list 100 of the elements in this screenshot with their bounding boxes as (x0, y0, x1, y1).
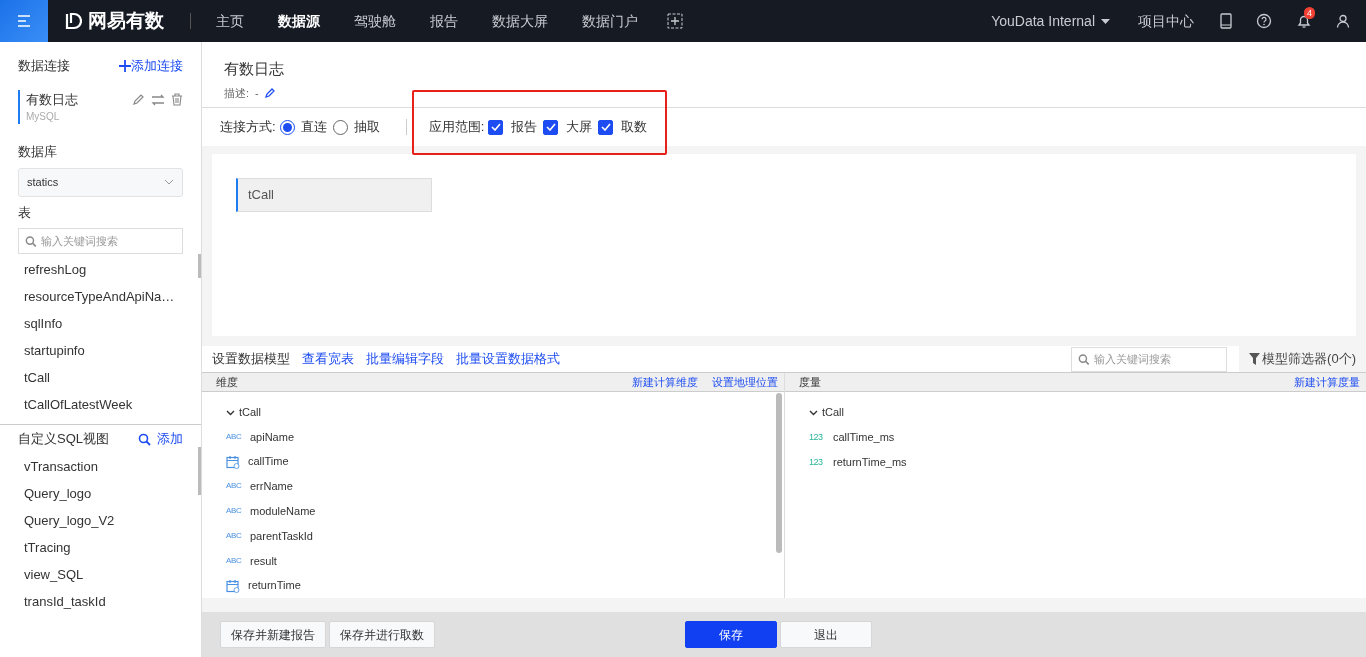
connection-type: MySQL (26, 110, 61, 124)
field-name: apiName (250, 429, 295, 445)
check-icon (545, 123, 556, 131)
scrollbar-thumb[interactable] (776, 393, 782, 553)
pencil-icon[interactable] (132, 93, 144, 106)
calendar-icon (226, 454, 240, 469)
view-item[interactable]: transId_taskId (0, 588, 201, 615)
description-label: 描述: (224, 85, 250, 101)
field-name: callTime (248, 454, 289, 470)
nav-tab[interactable]: 数据大屏 (475, 10, 565, 32)
field-group[interactable]: tCall (202, 391, 784, 425)
field-type-tag: ABC (226, 481, 242, 492)
checkbox-option[interactable]: 大屏 (543, 117, 593, 137)
plus-icon (119, 59, 131, 72)
caret-icon (1101, 18, 1110, 24)
connection-name: 有数日志 (26, 90, 78, 109)
chevron-down-icon (164, 179, 174, 185)
search-icon (25, 234, 37, 248)
table-node[interactable]: tCall (236, 178, 432, 212)
check-icon (600, 123, 611, 131)
calendar-icon (226, 578, 240, 593)
search-box[interactable]: 输入关键词搜索 (18, 228, 183, 254)
nav-tab[interactable]: 报告 (413, 10, 475, 32)
phone-icon (1220, 13, 1232, 29)
panel-title: 维度 (216, 374, 238, 390)
check-icon (490, 123, 501, 131)
checkbox-option[interactable]: 报告 (488, 117, 538, 137)
description-value: - (255, 85, 259, 101)
search-icon[interactable] (137, 432, 151, 446)
search-icon (1078, 352, 1090, 366)
field-type-tag: ABC (226, 431, 242, 442)
tables-label: 表 (17, 203, 32, 222)
swap-icon[interactable] (150, 93, 165, 106)
field-item[interactable]: 123 callTime_ms (785, 424, 1366, 450)
footer-button[interactable]: 保存并新建报告 (220, 621, 326, 648)
connect-mode-label: 连接方式: (220, 118, 276, 137)
panel-action-link[interactable]: 设置地理位置 (712, 373, 778, 391)
model-filter-button[interactable]: 模型筛选器(0个) (1239, 346, 1366, 372)
field-item[interactable]: 123 returnTime_ms (785, 449, 1366, 475)
scrollbar-thumb[interactable] (198, 254, 201, 278)
sql-views-label: 自定义SQL视图 (18, 430, 109, 449)
field-item[interactable]: ABC errName (202, 474, 784, 499)
table-item[interactable]: startupinfo (0, 337, 201, 364)
view-item[interactable]: Query_logo (0, 480, 201, 507)
menu-icon (16, 14, 32, 28)
search-box[interactable]: 输入关键词搜索 (1071, 346, 1228, 372)
sidebar-title: 数据连接 (18, 57, 70, 75)
view-item[interactable]: Query_logo_V2 (0, 507, 201, 534)
model-label: 设置数据模型 (212, 350, 290, 369)
checkbox-option[interactable]: 取数 (598, 117, 648, 137)
table-item[interactable]: resourceTypeAndApiNa… (0, 283, 201, 310)
menu-button[interactable] (0, 0, 48, 42)
trash-icon[interactable] (171, 93, 183, 106)
connection-item[interactable]: 有数日志 MySQL (18, 89, 201, 124)
brand-name: 网易有数 (88, 8, 164, 33)
panel-action-link[interactable]: 新建计算度量 (1294, 373, 1360, 391)
filter-icon (1249, 353, 1261, 365)
panel-action-link[interactable]: 新建计算维度 (632, 373, 698, 391)
add-connection-link[interactable]: 添加连接 (119, 56, 183, 76)
view-item[interactable]: view_SQL (0, 561, 201, 588)
plus-frame-icon (667, 13, 683, 29)
toolbar-link[interactable]: 查看宽表 (302, 349, 354, 369)
add-view-link[interactable]: 添加 (157, 429, 183, 449)
view-item[interactable]: tTracing (0, 534, 201, 561)
help-icon (1256, 13, 1272, 29)
save-button[interactable]: 保存 (685, 621, 777, 648)
page-title: 有数日志 (224, 59, 285, 79)
radio-option[interactable]: 抽取 (332, 117, 380, 137)
radio-option[interactable]: 直连 (279, 117, 327, 137)
nav-tab[interactable]: 数据门户 (565, 10, 655, 32)
field-item[interactable]: ABC apiName (202, 424, 784, 450)
table-item[interactable]: sqlInfo (0, 310, 201, 337)
field-group[interactable]: tCall (785, 392, 1366, 425)
table-item[interactable]: tCall (0, 364, 201, 391)
database-select[interactable]: statics (18, 167, 183, 197)
table-item[interactable]: refreshLog (0, 256, 201, 283)
field-type-tag: 123 (809, 432, 823, 442)
scrollbar-thumb[interactable] (198, 447, 201, 495)
field-item[interactable]: ABC moduleName (202, 498, 784, 524)
project-dropdown[interactable]: YouData Internal (977, 10, 1124, 32)
nav-tab[interactable]: 主页 (199, 10, 261, 32)
field-name: result (250, 553, 277, 569)
toolbar-link[interactable]: 批量编辑字段 (366, 349, 444, 369)
view-item[interactable]: vTransaction (0, 453, 201, 480)
field-name: callTime_ms (833, 429, 895, 445)
scope-label: 应用范围: (428, 118, 485, 137)
nav-tab[interactable]: 数据源 (261, 10, 337, 32)
footer-button[interactable]: 退出 (780, 621, 872, 648)
nav-tab[interactable]: 驾驶舱 (337, 10, 413, 32)
field-item[interactable]: returnTime (202, 573, 784, 599)
footer-button[interactable]: 保存并进行取数 (329, 621, 435, 648)
pencil-icon[interactable] (264, 87, 276, 99)
table-item[interactable]: tCallOfLatestWeek (0, 391, 201, 418)
toolbar-link[interactable]: 批量设置数据格式 (456, 349, 560, 369)
field-item[interactable]: ABC parentTaskId (202, 523, 784, 549)
project-center-link[interactable]: 项目中心 (1124, 10, 1208, 32)
database-label: 数据库 (17, 143, 58, 161)
field-item[interactable]: callTime (202, 449, 784, 474)
field-type-tag: 123 (809, 457, 823, 467)
field-item[interactable]: ABC result (202, 548, 784, 574)
